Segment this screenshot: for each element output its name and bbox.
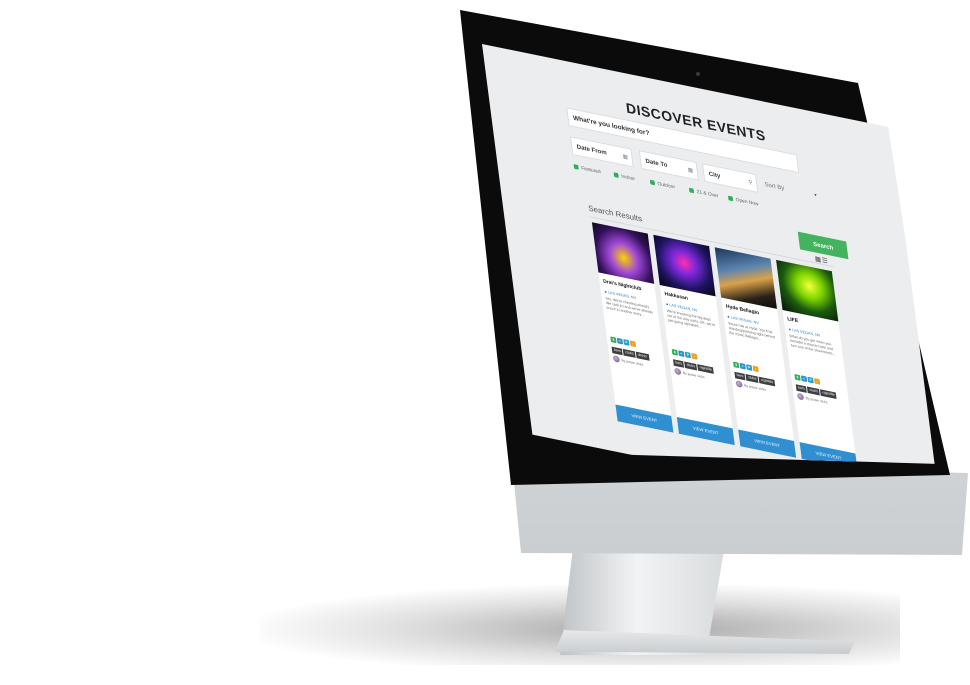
filter-label: Indoor [620,173,636,183]
city-label: City [708,170,721,180]
results-title: Search Results [587,203,643,224]
event-name[interactable]: LIFE [787,316,799,324]
event-photo[interactable] [591,222,655,284]
app-window: DISCOVER EVENTS What're you looking for?… [482,44,940,464]
filter-open-now[interactable]: Open Now [727,195,759,208]
checkbox-icon [727,195,734,202]
author-name: By jessie vicks [805,395,828,405]
date-to-label: Date To [645,157,668,169]
event-description: What do you get when you remodel a class… [789,334,836,357]
location-pin-icon: ⚲ [748,179,753,187]
avatar [674,367,682,376]
date-to-field[interactable]: Date To ▦ [638,150,699,181]
filter-label: Open Now [735,197,759,208]
author-name: By jessie vicks [744,383,767,392]
avatar [735,380,743,389]
city-field[interactable]: City ⚲ [702,163,759,193]
avatar [796,392,805,401]
view-event-button[interactable]: VIEW EVENT [615,404,674,433]
calendar-icon: ▦ [622,154,629,161]
event-name[interactable]: Hakkasan [664,291,688,301]
event-description: Views rule at Hyde. You'll be standing/p… [727,321,776,341]
author-name: By jessie vicks [682,370,705,380]
event-description: We're knocking the big dogs out of the w… [666,308,716,329]
view-event-button[interactable]: VIEW EVENT [738,429,797,458]
sort-by-label: Sort By [764,181,785,192]
sort-by-select[interactable]: Sort By ▾ [764,178,818,204]
checkbox-icon [649,179,656,186]
filter-indoor[interactable]: Indoor [613,172,636,183]
author-name: By jessie vicks [621,358,644,367]
checkbox-icon [688,187,695,194]
filter-label: 21 & Over [696,189,719,200]
calendar-icon: ▦ [687,167,694,175]
date-from-field[interactable]: Date From ▦ [569,136,634,168]
event-photo[interactable] [653,234,716,297]
avatar [612,355,621,364]
filter-featured[interactable]: Featured [573,164,602,176]
camera-icon [696,72,700,76]
caret-down-icon: ▾ [813,192,818,199]
event-description: Yes. We're cheating already. We said 10 … [605,296,654,318]
search-button[interactable]: Search [797,231,849,260]
filter-label: Featured [581,165,602,176]
checkbox-icon [573,164,579,170]
checkbox-icon [613,172,619,179]
filter-21-over[interactable]: 21 & Over [688,187,719,200]
event-photo[interactable] [776,259,839,322]
date-from-label: Date From [576,143,608,157]
list-view-icon[interactable]: ☰ [822,257,830,265]
view-event-button[interactable]: VIEW EVENT [676,417,735,446]
filter-outdoor[interactable]: Outdoor [649,179,676,191]
filter-label: Outdoor [657,181,676,191]
event-photo[interactable] [714,247,777,309]
